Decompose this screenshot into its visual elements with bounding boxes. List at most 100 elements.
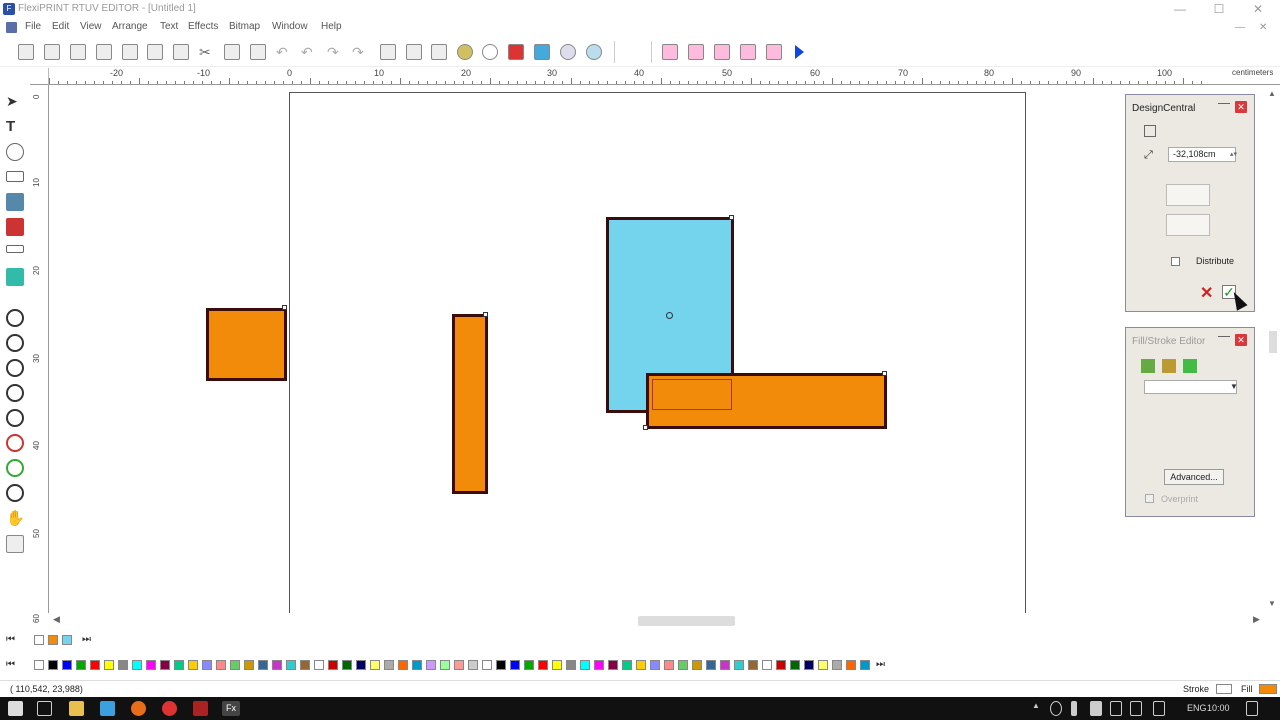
palette-swatch[interactable] bbox=[482, 660, 492, 670]
cut-icon[interactable]: ✂ bbox=[199, 44, 215, 60]
palette-swatch[interactable] bbox=[860, 660, 870, 670]
new-from-template-icon[interactable] bbox=[44, 44, 60, 60]
menu-help[interactable]: Help bbox=[321, 21, 342, 32]
selection-handle[interactable] bbox=[483, 312, 488, 317]
distribute-checkbox[interactable] bbox=[1171, 257, 1180, 266]
palette-swatch[interactable] bbox=[146, 660, 156, 670]
palette-swatch[interactable] bbox=[216, 660, 226, 670]
menu-edit[interactable]: Edit bbox=[52, 21, 69, 32]
palette-swatch[interactable] bbox=[370, 660, 380, 670]
horizontal-scroll-thumb[interactable] bbox=[638, 616, 735, 626]
vertical-scroll-thumb[interactable] bbox=[1269, 331, 1277, 353]
send-to-rip-play-icon[interactable] bbox=[795, 45, 804, 59]
orange-square[interactable] bbox=[206, 308, 287, 381]
palette-swatch[interactable] bbox=[524, 660, 534, 670]
rip-icon[interactable] bbox=[534, 44, 550, 60]
orange-tall-bar[interactable] bbox=[452, 314, 488, 494]
stroke-pen-icon[interactable] bbox=[1162, 359, 1176, 373]
palette-swatch[interactable] bbox=[832, 660, 842, 670]
palette-swatch[interactable] bbox=[762, 660, 772, 670]
pen-icon[interactable] bbox=[1153, 701, 1165, 716]
fill-tool-icon[interactable] bbox=[6, 218, 24, 236]
swatch-blue[interactable] bbox=[62, 635, 72, 645]
palette-swatch[interactable] bbox=[244, 660, 254, 670]
palette-swatch[interactable] bbox=[664, 660, 674, 670]
palette-swatch[interactable] bbox=[314, 660, 324, 670]
palette-swatch[interactable] bbox=[692, 660, 702, 670]
clock[interactable]: 10:00 bbox=[1207, 703, 1230, 713]
cloud-icon[interactable] bbox=[560, 44, 576, 60]
mdi-minimize-button[interactable]: — bbox=[1235, 22, 1245, 33]
undo-icon[interactable]: ↶ bbox=[276, 44, 292, 60]
palette-swatch[interactable] bbox=[678, 660, 688, 670]
volume-icon[interactable] bbox=[1130, 701, 1142, 716]
swatch-none[interactable] bbox=[34, 635, 44, 645]
menu-bitmap[interactable]: Bitmap bbox=[229, 21, 260, 32]
selection-handle[interactable] bbox=[643, 425, 648, 430]
panel-close-button[interactable]: ✕ bbox=[1235, 101, 1247, 113]
palette-swatch[interactable] bbox=[160, 660, 170, 670]
align-vertical-button[interactable] bbox=[1166, 214, 1210, 236]
palette-swatch[interactable] bbox=[818, 660, 828, 670]
view-mode-icon[interactable] bbox=[6, 535, 24, 553]
palette-swatch[interactable] bbox=[622, 660, 632, 670]
panel-minimize-button[interactable] bbox=[1218, 336, 1230, 337]
palette-swatch[interactable] bbox=[174, 660, 184, 670]
palette-swatch[interactable] bbox=[776, 660, 786, 670]
palette-swatch[interactable] bbox=[804, 660, 814, 670]
copy-icon[interactable] bbox=[224, 44, 240, 60]
palette-swatch[interactable] bbox=[258, 660, 268, 670]
dimension-input[interactable]: -32,108cm bbox=[1168, 147, 1236, 162]
palette-swatch[interactable] bbox=[384, 660, 394, 670]
arrange-forward-icon[interactable] bbox=[688, 44, 704, 60]
measure-tool-icon[interactable] bbox=[6, 245, 24, 253]
palette-swatch[interactable] bbox=[328, 660, 338, 670]
palette-swatch[interactable] bbox=[188, 660, 198, 670]
palette-nav-first-icon[interactable]: ⏮ bbox=[6, 634, 15, 645]
stroke-swatch[interactable] bbox=[1216, 684, 1232, 694]
palette-swatch[interactable] bbox=[594, 660, 604, 670]
zoom-all-icon[interactable] bbox=[6, 434, 24, 452]
undo-list-icon[interactable]: ↶ bbox=[301, 44, 317, 60]
chrome-icon[interactable] bbox=[162, 701, 177, 716]
palette-swatch[interactable] bbox=[398, 660, 408, 670]
text-tool-icon[interactable]: T bbox=[6, 118, 24, 136]
zoom-tool-icon[interactable] bbox=[6, 309, 24, 327]
task-view-icon[interactable] bbox=[37, 701, 52, 716]
eyedropper-tool-icon[interactable] bbox=[6, 268, 24, 286]
vertical-scrollbar[interactable]: ▲ ▼ bbox=[1265, 85, 1280, 613]
palette-swatch[interactable] bbox=[300, 660, 310, 670]
save-all-icon[interactable] bbox=[122, 44, 138, 60]
color-palette-icon[interactable] bbox=[508, 44, 524, 60]
vertical-ruler[interactable]: 0 10 20 30 40 50 60 bbox=[30, 85, 49, 623]
palette-swatch[interactable] bbox=[538, 660, 548, 670]
palette-swatch[interactable] bbox=[748, 660, 758, 670]
palette-swatch[interactable] bbox=[62, 660, 72, 670]
paste-icon[interactable] bbox=[250, 44, 266, 60]
redo-icon[interactable]: ↷ bbox=[327, 44, 343, 60]
palette-swatch[interactable] bbox=[608, 660, 618, 670]
cloud-upload-icon[interactable] bbox=[586, 44, 602, 60]
palette-nav-last-icon[interactable]: ⏭ bbox=[876, 659, 885, 670]
horizontal-ruler[interactable]: -20 -10 0 10 20 30 40 50 60 70 80 90 100… bbox=[49, 68, 1280, 85]
cancel-icon[interactable]: ✕ bbox=[1200, 283, 1213, 303]
scroll-up-icon[interactable]: ▲ bbox=[1268, 89, 1276, 98]
usb-icon[interactable] bbox=[1071, 701, 1077, 716]
shape-edit-tool-icon[interactable] bbox=[6, 143, 24, 161]
ruler-origin[interactable] bbox=[30, 68, 49, 85]
selection-handle[interactable] bbox=[729, 215, 734, 220]
horizontal-scrollbar[interactable]: ◀ ▶ bbox=[49, 613, 1265, 627]
palette-swatch[interactable] bbox=[76, 660, 86, 670]
dimension-spinner-icon[interactable]: ▴▾ bbox=[1230, 150, 1237, 158]
zoom-tool-icon[interactable] bbox=[482, 44, 498, 60]
fill-type-dropdown[interactable] bbox=[1144, 380, 1237, 394]
design-canvas[interactable] bbox=[49, 85, 1265, 613]
palette-swatch[interactable] bbox=[636, 660, 646, 670]
zoom-previous-icon[interactable] bbox=[6, 484, 24, 502]
menu-effects[interactable]: Effects bbox=[188, 21, 218, 32]
swatch-orange[interactable] bbox=[48, 635, 58, 645]
palette-swatch[interactable] bbox=[286, 660, 296, 670]
network-icon[interactable] bbox=[1110, 701, 1122, 716]
rectangle-tool-icon[interactable] bbox=[6, 171, 24, 182]
palette-swatch[interactable] bbox=[734, 660, 744, 670]
